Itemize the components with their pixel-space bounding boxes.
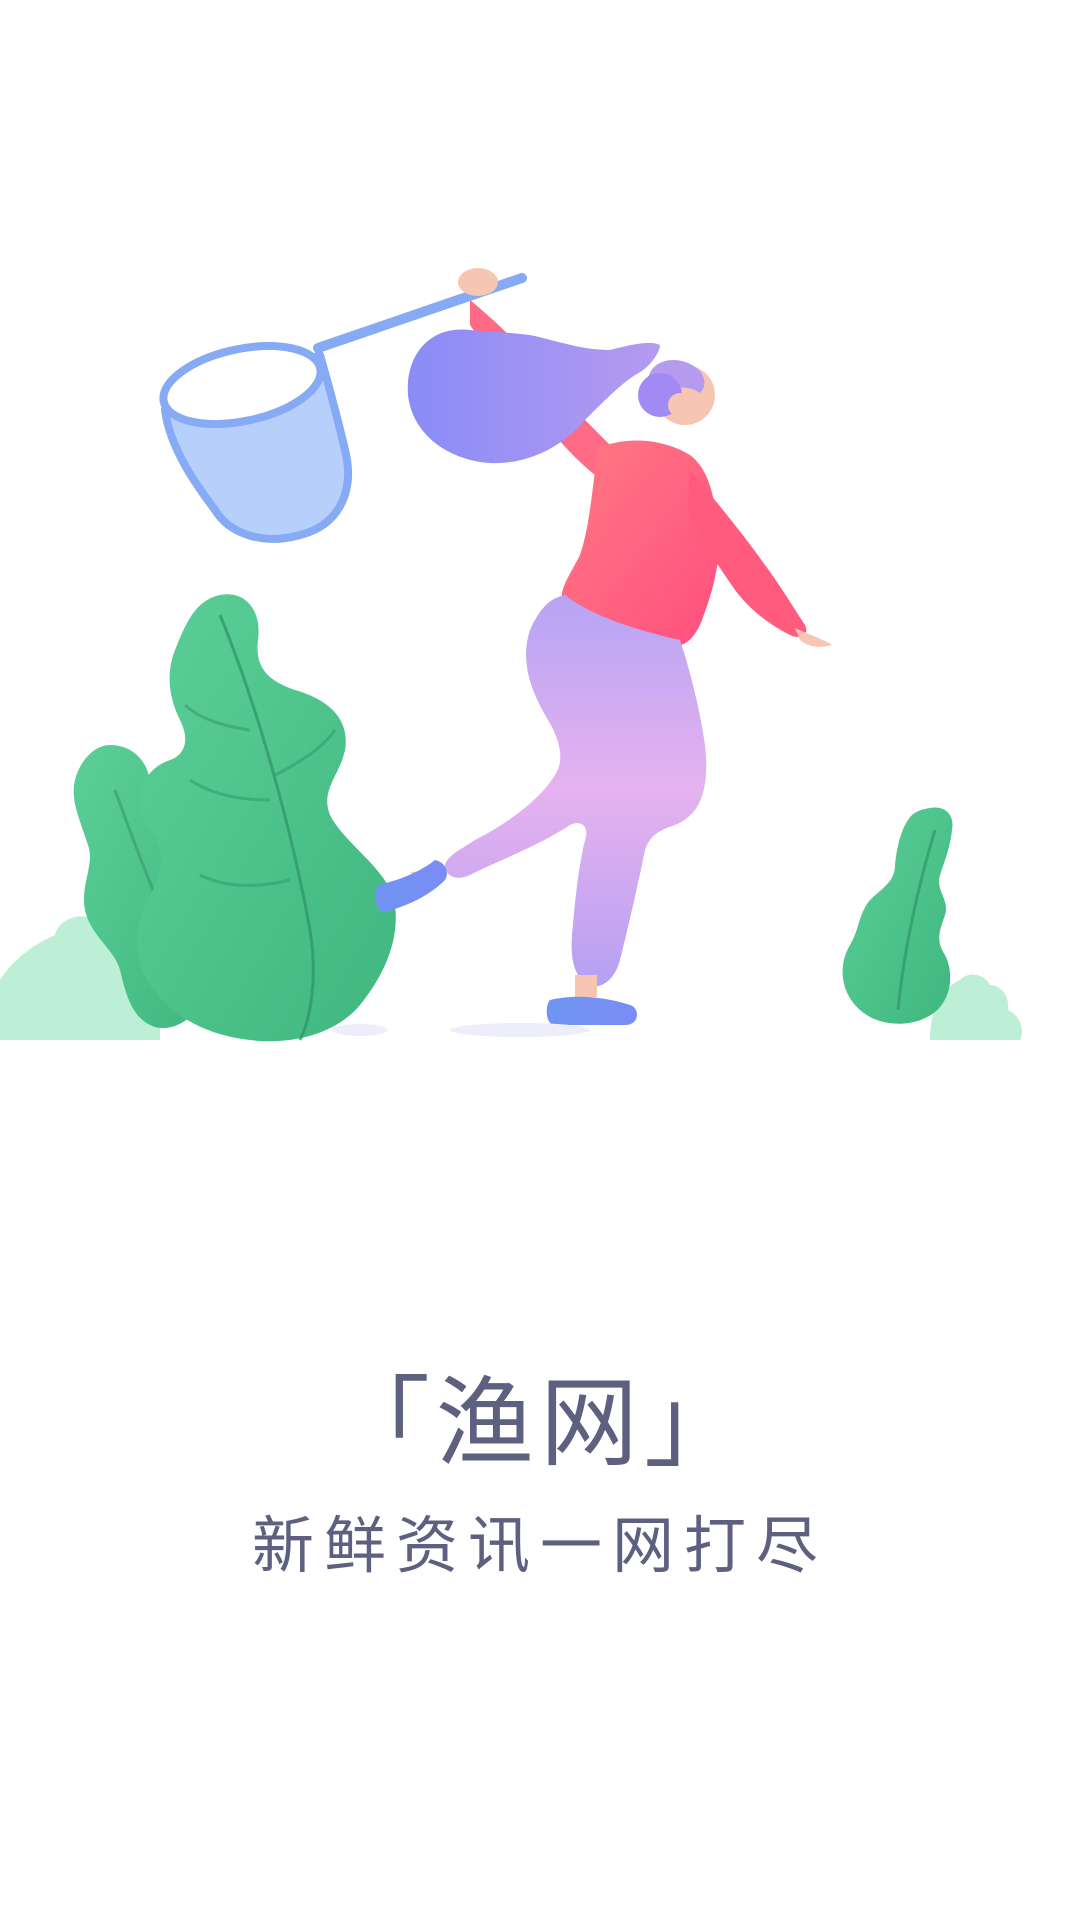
shoe-front bbox=[546, 996, 637, 1025]
shoe-back bbox=[374, 860, 447, 912]
app-slogan: 新鲜资讯一网打尽 bbox=[251, 1509, 828, 1582]
illustration-svg bbox=[0, 268, 1022, 1042]
splash-illustration bbox=[0, 0, 1080, 1080]
app-title: 「渔网」 bbox=[331, 1367, 748, 1481]
leaf-right bbox=[842, 807, 953, 1024]
splash-text-block: 「渔网」 新鲜资讯一网打尽 bbox=[0, 1375, 1080, 1577]
pants bbox=[445, 595, 707, 987]
leaf-main bbox=[136, 594, 396, 1042]
